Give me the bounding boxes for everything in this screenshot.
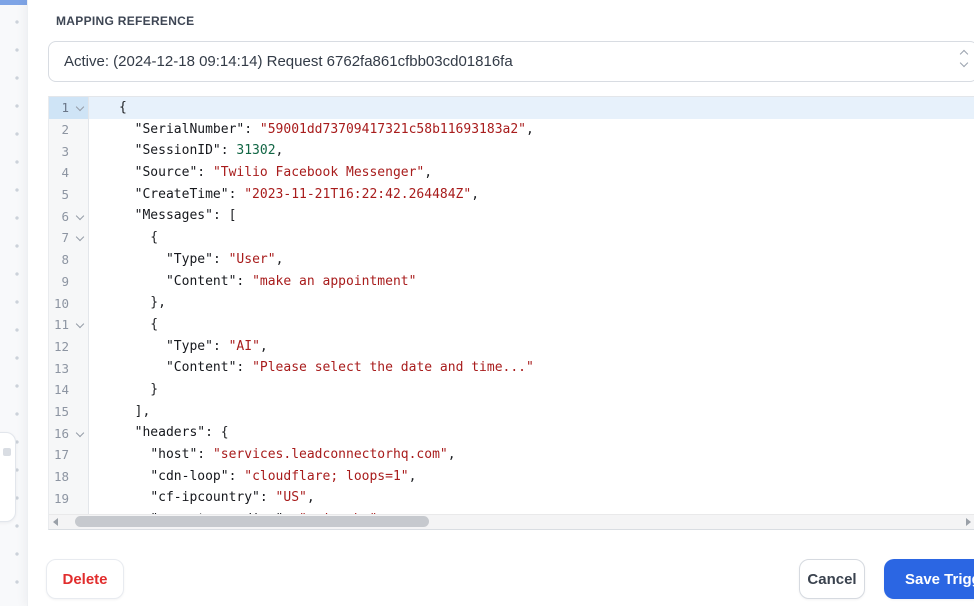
gutter-cell: 15 (49, 400, 89, 423)
line-number: 11 (53, 317, 69, 333)
gutter-cell: 5 (49, 183, 89, 206)
line-number: 8 (61, 252, 69, 268)
code-line-text: "cf-ipcountry": "US", (150, 490, 315, 506)
line-number: 15 (53, 403, 69, 419)
code-line-text: } (119, 381, 159, 397)
code-line-text: { (119, 230, 159, 246)
code-line-text: "Type": "AI", (165, 338, 268, 354)
code-lines: 1{2 "SerialNumber": "59001dd73709417321c… (49, 97, 974, 517)
line-number: 18 (53, 469, 69, 485)
code-line-text: "CreateTime": "2023-11-21T16:22:42.26448… (134, 186, 480, 202)
h-scrollbar-thumb[interactable] (75, 516, 429, 527)
gutter-cell: 17 (49, 444, 89, 466)
line-number: 4 (61, 165, 69, 181)
gutter-cell: 3 (49, 140, 89, 163)
code-line[interactable]: 18 "cdn-loop": "cloudflare; loops=1", (49, 465, 974, 488)
code-line[interactable]: 7 { (49, 227, 974, 249)
gutter-cell: 19 (49, 487, 89, 510)
fold-arrow-icon[interactable] (75, 211, 84, 221)
gutter-cell: 10 (49, 292, 89, 314)
code-line[interactable]: 4 "Source": "Twilio Facebook Messenger", (49, 162, 974, 184)
code-line-text: ], (119, 403, 151, 419)
gutter-cell: 11 (49, 313, 89, 336)
code-line[interactable]: 17 "host": "services.leadconnectorhq.com… (49, 444, 974, 466)
scroll-right-icon[interactable] (966, 518, 971, 526)
line-number: 5 (61, 187, 69, 203)
line-number: 14 (53, 382, 69, 398)
code-line[interactable]: 6 "Messages": [ (49, 205, 974, 228)
code-line-text: "cdn-loop": "cloudflare; loops=1", (150, 468, 417, 484)
code-line[interactable]: 12 "Type": "AI", (49, 335, 974, 358)
code-line-text: "Content": "Please select the date and t… (165, 360, 534, 376)
code-line[interactable]: 15 ], (49, 400, 974, 423)
code-line[interactable]: 16 "headers": { (49, 422, 974, 444)
code-line[interactable]: 14 } (49, 378, 974, 401)
request-select[interactable]: Active: (2024-12-18 09:14:14) Request 67… (48, 41, 974, 82)
code-line-text: "headers": { (134, 425, 229, 441)
fold-arrow-icon[interactable] (75, 428, 84, 437)
line-number: 1 (61, 100, 69, 116)
horizontal-scrollbar[interactable] (49, 514, 974, 529)
code-line-text: "Source": "Twilio Facebook Messenger", (134, 165, 433, 181)
gutter-cell: 6 (49, 205, 89, 228)
code-line-text: "Content": "make an appointment" (165, 273, 417, 289)
fold-arrow-icon[interactable] (75, 319, 84, 329)
line-number: 13 (53, 360, 69, 376)
node-icon (3, 448, 11, 456)
code-line[interactable]: 1{ (49, 97, 974, 119)
code-line-text: }, (119, 295, 166, 311)
code-line[interactable]: 9 "Content": "make an appointment" (49, 270, 974, 293)
code-line[interactable]: 5 "CreateTime": "2023-11-21T16:22:42.264… (49, 183, 974, 206)
flow-canvas-backdrop (0, 0, 27, 606)
gutter-cell: 16 (49, 422, 89, 444)
gutter-cell: 1 (49, 97, 89, 119)
code-line-text: { (119, 316, 159, 332)
line-number: 6 (61, 208, 69, 224)
code-line[interactable]: 19 "cf-ipcountry": "US", (49, 487, 974, 510)
code-line[interactable]: 3 "SessionID": 31302, (49, 140, 974, 163)
code-line[interactable]: 10 }, (49, 292, 974, 314)
scroll-left-icon[interactable] (53, 518, 58, 526)
line-number: 10 (53, 295, 69, 311)
gutter-cell: 18 (49, 465, 89, 488)
code-line-text: "Type": "User", (165, 251, 284, 267)
gutter-cell: 14 (49, 378, 89, 401)
canvas-node-accent-bar (0, 0, 27, 5)
gutter-cell: 8 (49, 248, 89, 271)
code-line[interactable]: 8 "Type": "User", (49, 248, 974, 271)
trigger-settings-panel: MAPPING REFERENCE Active: (2024-12-18 09… (27, 0, 974, 606)
code-line[interactable]: 2 "SerialNumber": "59001dd73709417321c58… (49, 118, 974, 141)
code-line[interactable]: 11 { (49, 313, 974, 336)
line-number: 19 (53, 490, 69, 506)
code-line-text: "Messages": [ (134, 208, 237, 224)
gutter-cell: 2 (49, 118, 89, 141)
json-code-editor[interactable]: 1{2 "SerialNumber": "59001dd73709417321c… (48, 96, 974, 530)
line-number: 9 (61, 273, 69, 289)
fold-arrow-icon[interactable] (75, 233, 84, 242)
delete-button[interactable]: Delete (46, 559, 124, 599)
code-line-text: "SessionID": 31302, (134, 143, 284, 159)
gutter-cell: 13 (49, 357, 89, 379)
line-number: 17 (53, 447, 69, 463)
canvas-node-card[interactable] (0, 432, 16, 522)
line-number: 2 (61, 122, 69, 138)
request-select-value: Active: (2024-12-18 09:14:14) Request 67… (64, 53, 513, 70)
code-line-text: "SerialNumber": "59001dd73709417321c58b1… (134, 121, 534, 137)
gutter-cell: 7 (49, 227, 89, 249)
code-line-text: { (89, 97, 974, 119)
gutter-cell: 9 (49, 270, 89, 293)
select-chevron-icon (959, 49, 969, 68)
gutter-cell: 4 (49, 162, 89, 184)
mapping-reference-label: MAPPING REFERENCE (56, 14, 195, 28)
gutter-cell: 12 (49, 335, 89, 358)
line-number: 12 (53, 338, 69, 354)
save-trigger-button[interactable]: Save Trigger (884, 559, 974, 599)
cancel-button[interactable]: Cancel (799, 559, 865, 599)
code-line-text: "host": "services.leadconnectorhq.com", (150, 447, 456, 462)
line-number: 3 (61, 143, 69, 159)
line-number: 16 (53, 425, 69, 441)
line-number: 7 (61, 230, 69, 246)
fold-arrow-icon[interactable] (75, 103, 84, 112)
code-line[interactable]: 13 "Content": "Please select the date an… (49, 357, 974, 379)
